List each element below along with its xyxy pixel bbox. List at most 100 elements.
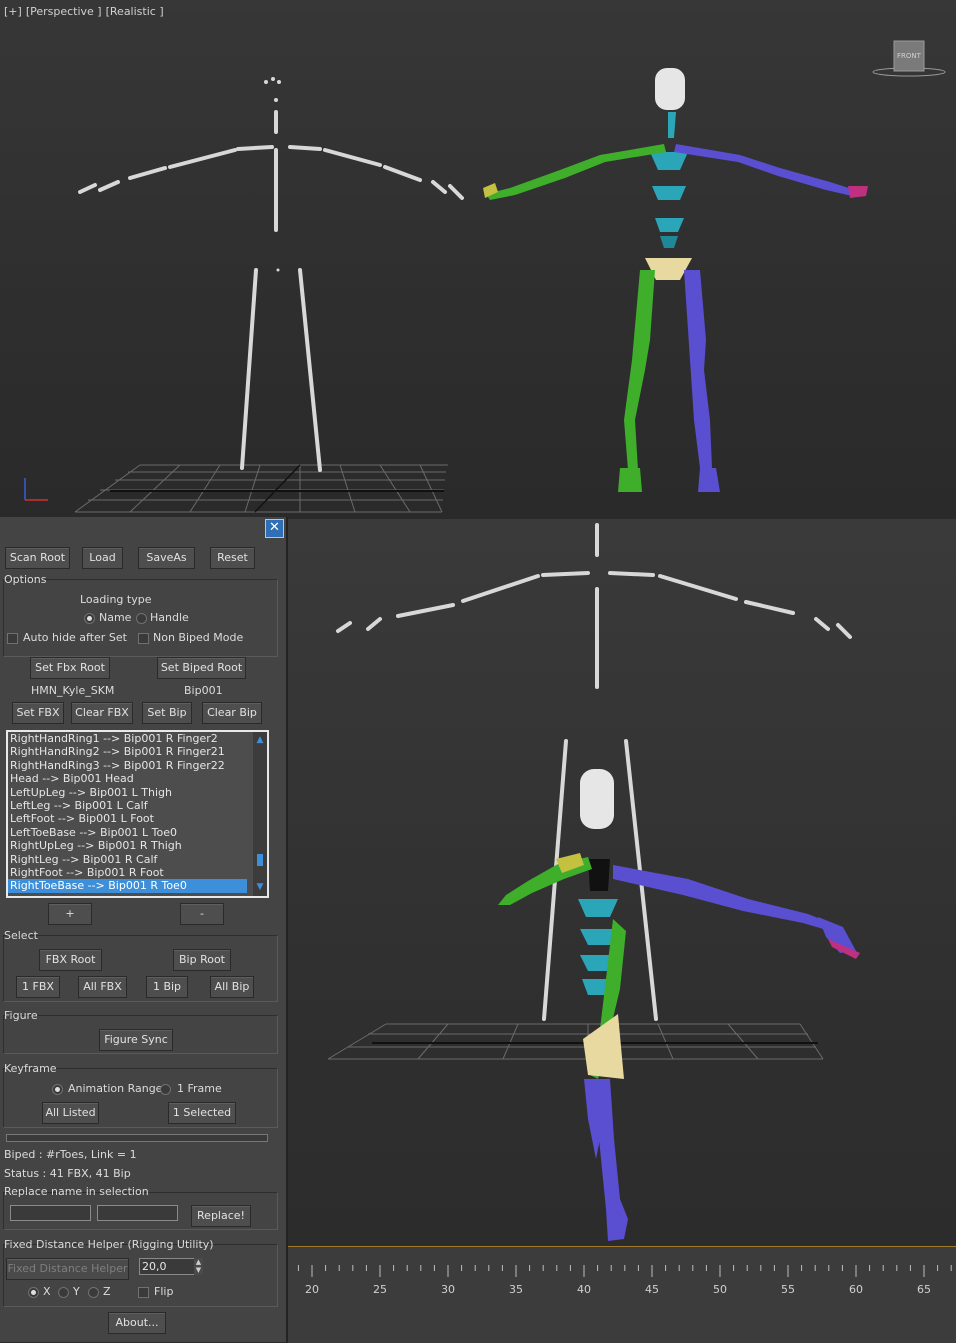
auto-hide-checkbox[interactable] — [7, 633, 18, 644]
scroll-thumb[interactable] — [257, 854, 263, 866]
load-button[interactable]: Load — [82, 547, 123, 569]
figure-sync-button[interactable]: Figure Sync — [99, 1029, 173, 1051]
radio-handle-label: Handle — [150, 611, 189, 624]
reset-button[interactable]: Reset — [210, 547, 255, 569]
viewport-camera[interactable] — [288, 519, 956, 1342]
flip-checkbox[interactable] — [138, 1287, 149, 1298]
timeline-tick-label: 55 — [781, 1283, 795, 1296]
figure-title: Figure — [4, 1009, 38, 1022]
options-title: Options — [4, 573, 47, 586]
loading-type-label: Loading type — [80, 593, 152, 606]
biped-bottom — [498, 769, 860, 1241]
timeline-tick-label: 65 — [917, 1283, 931, 1296]
axis-x-label: X — [43, 1285, 51, 1298]
list-item[interactable]: LeftFoot --> Bip001 L Foot — [8, 812, 247, 825]
viewport-perspective[interactable]: [+] [Perspective ] [Realistic ] FRONT — [0, 0, 956, 521]
ground-grid-bottom — [327, 1023, 824, 1060]
fbx-root-value: HMN_Kyle_SKM — [31, 684, 115, 697]
timeline-ruler[interactable]: 20 25 30 35 40 45 50 55 60 65 — [288, 1246, 956, 1343]
fbx-to-biped-panel: ✕ Scan Root Load SaveAs Reset Options Lo… — [0, 517, 288, 1342]
spinner-arrows-icon[interactable]: ▲ ▼ — [194, 1258, 203, 1275]
scroll-up-icon[interactable]: ▲ — [255, 735, 265, 745]
list-item[interactable]: LeftToeBase --> Bip001 L Toe0 — [8, 826, 247, 839]
set-fbx-root-button[interactable]: Set Fbx Root — [30, 657, 110, 679]
biped-head-bottom — [580, 769, 614, 829]
scroll-down-icon[interactable]: ▼ — [255, 882, 265, 892]
list-item[interactable]: RightLeg --> Bip001 R Calf — [8, 853, 247, 866]
timeline-tick-label: 50 — [713, 1283, 727, 1296]
biped-root-value: Bip001 — [184, 684, 223, 697]
fbx-root-select-button[interactable]: FBX Root — [39, 949, 102, 971]
one-selected-button[interactable]: 1 Selected — [168, 1102, 236, 1124]
set-biped-root-button[interactable]: Set Biped Root — [157, 657, 246, 679]
select-1-fbx-button[interactable]: 1 FBX — [16, 976, 60, 998]
helper-title: Fixed Distance Helper (Rigging Utility) — [4, 1238, 214, 1251]
timeline-tick-label: 45 — [645, 1283, 659, 1296]
replace-with-field[interactable] — [97, 1205, 178, 1221]
fbx-head-markers — [264, 77, 281, 272]
helper-distance-spinner[interactable]: 20,0 — [139, 1258, 195, 1275]
radio-name[interactable] — [84, 613, 95, 624]
about-button[interactable]: About... — [108, 1312, 166, 1334]
auto-hide-label: Auto hide after Set — [23, 631, 127, 644]
mapping-listbox[interactable]: RightHandRing1 --> Bip001 R Finger2 Right… — [6, 730, 269, 898]
bip-root-select-button[interactable]: Bip Root — [173, 949, 231, 971]
timeline-tick-label: 30 — [441, 1283, 455, 1296]
list-item[interactable]: RightHandRing2 --> Bip001 R Finger21 — [8, 745, 247, 758]
radio-animation-range[interactable] — [52, 1084, 63, 1095]
non-biped-checkbox[interactable] — [138, 633, 149, 644]
set-fbx-button[interactable]: Set FBX — [12, 702, 64, 724]
replace-find-field[interactable] — [10, 1205, 91, 1221]
list-item[interactable]: LeftUpLeg --> Bip001 L Thigh — [8, 786, 247, 799]
axis-y-label: Y — [73, 1285, 80, 1298]
status-text: Status : 41 FBX, 41 Bip — [4, 1167, 131, 1180]
radio-1-frame[interactable] — [160, 1084, 171, 1095]
viewcube-face-label[interactable]: FRONT — [897, 52, 922, 60]
radio-axis-x[interactable] — [28, 1287, 39, 1298]
list-item[interactable]: Head --> Bip001 Head — [8, 772, 247, 785]
timeline-tick-label: 25 — [373, 1283, 387, 1296]
keyframe-title: Keyframe — [4, 1062, 57, 1075]
select-all-bip-button[interactable]: All Bip — [210, 976, 254, 998]
replace-button[interactable]: Replace! — [191, 1205, 251, 1227]
timeline-tick-label: 20 — [305, 1283, 319, 1296]
select-all-fbx-button[interactable]: All FBX — [78, 976, 127, 998]
viewport-top-scene: FRONT — [24, 40, 946, 513]
fbx-skeleton-top — [78, 110, 464, 472]
viewcube[interactable]: FRONT — [872, 40, 946, 77]
set-bip-button[interactable]: Set Bip — [142, 702, 192, 724]
list-item[interactable]: RightHandRing3 --> Bip001 R Finger22 — [8, 759, 247, 772]
timeline-tick-label: 35 — [509, 1283, 523, 1296]
progress-bar — [6, 1134, 268, 1142]
mapping-list: RightHandRing1 --> Bip001 R Finger2 Right… — [8, 732, 267, 893]
clear-fbx-button[interactable]: Clear FBX — [71, 702, 133, 724]
radio-axis-y[interactable] — [58, 1287, 69, 1298]
select-title: Select — [4, 929, 38, 942]
animation-range-label: Animation Range — [68, 1082, 163, 1095]
save-as-button[interactable]: SaveAs — [138, 547, 195, 569]
viewport-bottom-scene — [327, 523, 860, 1241]
fixed-distance-helper-button[interactable]: Fixed Distance Helper — [6, 1258, 129, 1280]
all-listed-button[interactable]: All Listed — [42, 1102, 99, 1124]
timeline-tick-label: 40 — [577, 1283, 591, 1296]
list-item[interactable]: RightHandRing1 --> Bip001 R Finger2 — [8, 732, 247, 745]
biped-head — [655, 68, 685, 110]
scan-root-button[interactable]: Scan Root — [5, 547, 70, 569]
remove-mapping-button[interactable]: - — [180, 903, 224, 925]
radio-handle[interactable] — [136, 613, 147, 624]
list-item[interactable]: RightToeBase --> Bip001 R Toe0 — [8, 879, 247, 893]
replace-title: Replace name in selection — [4, 1185, 149, 1198]
axis-z-label: Z — [103, 1285, 111, 1298]
list-scrollbar[interactable]: ▲ ▼ — [253, 732, 267, 896]
list-item[interactable]: RightFoot --> Bip001 R Foot — [8, 866, 247, 879]
list-item[interactable]: LeftLeg --> Bip001 L Calf — [8, 799, 247, 812]
select-1-bip-button[interactable]: 1 Bip — [146, 976, 188, 998]
clear-bip-button[interactable]: Clear Bip — [202, 702, 262, 724]
close-icon[interactable]: ✕ — [265, 519, 284, 538]
add-mapping-button[interactable]: + — [48, 903, 92, 925]
non-biped-label: Non Biped Mode — [153, 631, 244, 644]
biped-top — [483, 68, 868, 492]
one-frame-label: 1 Frame — [177, 1082, 222, 1095]
radio-axis-z[interactable] — [88, 1287, 99, 1298]
list-item[interactable]: RightUpLeg --> Bip001 R Thigh — [8, 839, 247, 852]
